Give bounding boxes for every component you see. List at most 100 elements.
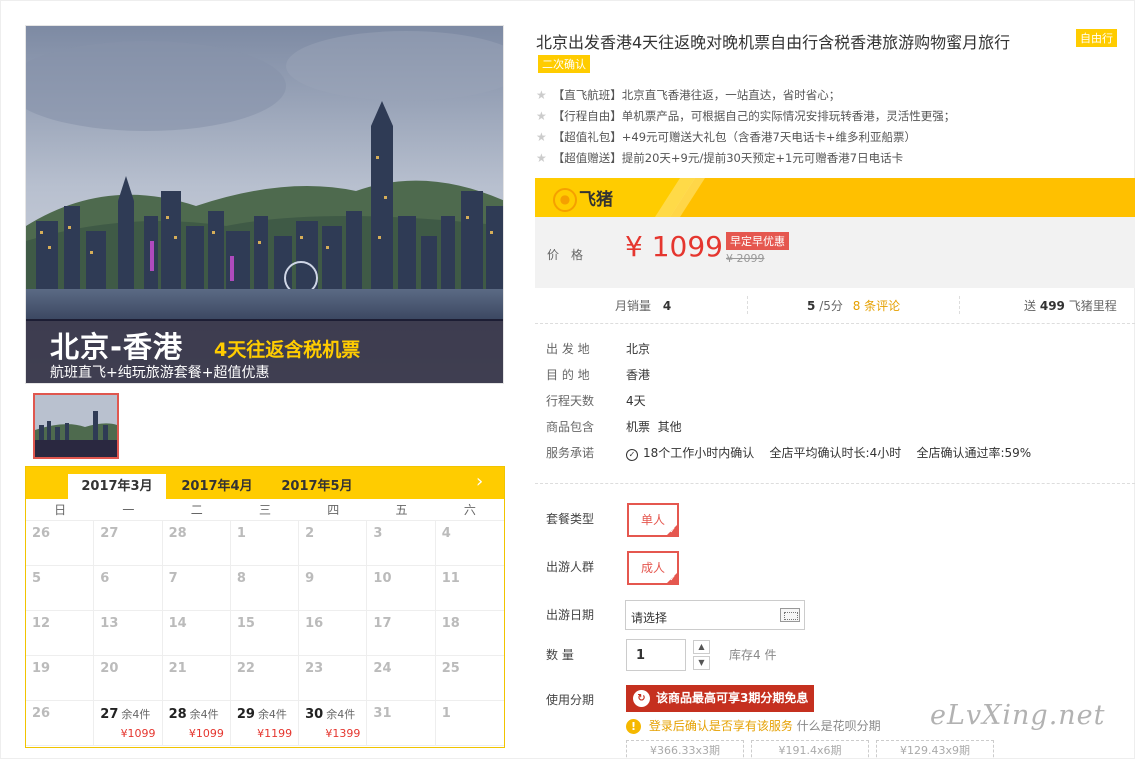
package-single-button[interactable]: 单人 ✓ (627, 503, 679, 537)
calendar-day-available[interactable]: 30 余4件 ¥1399 (299, 701, 368, 746)
calendar-day-number: 15 (236, 616, 255, 631)
installment-button[interactable]: ↻ 该商品最高可享3期分期免息 (626, 685, 814, 712)
calendar-day: 23 (299, 656, 368, 701)
qty-increase-icon[interactable]: ▲ (693, 640, 710, 654)
attr-value: 4天 (626, 394, 646, 408)
monthly-sales-value: 4 (662, 299, 672, 313)
hero-subtitle: 4天往返含税机票 (214, 339, 361, 361)
quantity-input[interactable]: 1 (626, 639, 686, 671)
package-value: 单人 (640, 513, 665, 527)
monthly-sales: 月销量 4 (615, 297, 671, 314)
calendar-icon[interactable] (780, 608, 800, 622)
login-tip: ! 登录后确认是否享有该服务 什么是花呗分期 (626, 717, 881, 734)
qty-decrease-icon[interactable]: ▼ (693, 656, 710, 670)
chevron-right-icon[interactable]: › (476, 471, 494, 492)
tab-month-2[interactable]: 2017年4月 (168, 474, 266, 499)
star-icon: ★ (536, 151, 547, 165)
calendar-day-price: ¥1099 (188, 727, 224, 740)
calendar-day-stock: 余4件 (257, 708, 287, 721)
calendar-day: 27 (94, 521, 163, 566)
calendar-day: 21 (162, 656, 231, 701)
crowd-adult-button[interactable]: 成人 ✓ (627, 551, 679, 585)
installment-plans: ¥366.33x3期 ¥191.4x6期 ¥129.43x9期 (626, 740, 1001, 759)
huabei-icon: ↻ (633, 690, 650, 707)
reviews-link[interactable]: 8 条评论 (853, 299, 900, 313)
tab-month-3[interactable]: 2017年5月 (268, 474, 366, 499)
calendar-day-number: 24 (373, 661, 392, 676)
product-attributes: 出 发 地 北京 目 的 地 香港 行程天数 4天 商品包含 机票 其他 服务承诺 ✓ 18… (546, 340, 1031, 470)
hero-caption: 航班直飞+纯玩旅游套餐+超值优惠 (50, 365, 270, 381)
attr-key: 出 发 地 (546, 342, 590, 356)
star-icon: ★ (536, 88, 547, 102)
feature-text: 【行程自由】单机票产品，可根据自己的实际情况安排玩转香港，灵活性更强； (552, 109, 956, 123)
plan-option[interactable]: ¥129.43x9期 (876, 740, 994, 759)
calendar-day: 14 (162, 611, 231, 656)
calendar-day: 4 (435, 521, 504, 566)
calendar-day: 6 (94, 566, 163, 611)
installment-text: 该商品最高可享3期分期免息 (656, 691, 809, 705)
attr-value: 机票 其他 (626, 420, 682, 434)
calendar-day-number: 22 (236, 661, 255, 676)
calendar-day: 26 (26, 521, 95, 566)
installment-label: 使用分期 (546, 693, 595, 707)
calendar-day-number: 18 (441, 616, 460, 631)
mileage: 送 499 飞猪里程 (1024, 297, 1117, 314)
calendar-day-number: 27 (100, 526, 119, 541)
calendar-day-number: 9 (305, 571, 315, 586)
divider (535, 483, 1135, 484)
calendar-day-number: 1 (441, 706, 451, 721)
calendar-day: 3 (367, 521, 436, 566)
calendar-day-price: ¥1099 (120, 727, 156, 740)
fliggy-logo: ● 飞猪 (553, 185, 613, 212)
check-circle-icon: ✓ (626, 449, 638, 461)
travel-date-picker[interactable]: 请选择 (625, 600, 805, 630)
date-label: 出游日期 (546, 608, 595, 622)
calendar-day: 9 (299, 566, 368, 611)
calendar-day-price: ¥1399 (325, 727, 361, 740)
tab-month-1[interactable]: 2017年3月 (68, 474, 166, 499)
qty-label: 数 量 (546, 648, 574, 662)
mileage-value: 499 (1039, 299, 1065, 313)
calendar-day-number: 4 (441, 526, 451, 541)
login-link[interactable]: 登录后确认是否享有该服务 (649, 719, 793, 733)
calendar-day-number: 14 (168, 616, 187, 631)
confirm-badge: 二次确认 (538, 55, 590, 73)
calendar-day-number: 13 (100, 616, 119, 631)
star-icon: ★ (536, 109, 547, 123)
calendar-day: 25 (435, 656, 504, 701)
feature-text: 【超值赠送】提前20天+9元/提前30天预定+1元可赠香港7日电话卡 (552, 151, 904, 165)
weekday-label: 日 (54, 503, 67, 517)
calendar-day-available[interactable]: 29 余4件 ¥1199 (230, 701, 300, 746)
calendar-day-number: 26 (32, 526, 51, 541)
mileage-suffix: 飞猪里程 (1068, 299, 1117, 313)
attr-key: 行程天数 (546, 394, 595, 408)
rating-value: 5 (807, 299, 816, 313)
huabei-help-link[interactable]: 什么是花呗分期 (797, 719, 881, 733)
calendar-day-available[interactable]: 28 余4件 ¥1099 (162, 701, 231, 746)
sales-stats: 月销量 4 5 /5分 8 条评论 送 499 飞猪里程 (535, 290, 1135, 324)
calendar-day-number: 26 (32, 706, 51, 721)
calendar-day: 15 (230, 611, 300, 656)
thumbnail-image[interactable] (33, 393, 119, 459)
calendar-day: 1 (435, 701, 504, 746)
rating: 5 /5分 8 条评论 (807, 297, 900, 314)
calendar-day-available[interactable]: 27 余4件 ¥1099 (94, 701, 163, 746)
calendar-day-stock: 余4件 (326, 708, 356, 721)
weekday-label: 四 (327, 503, 340, 517)
selected-check-icon: ✓ (669, 526, 676, 535)
plan-option[interactable]: ¥366.33x3期 (626, 740, 744, 759)
trip-type-badge: 自由行 (1076, 29, 1117, 47)
hero-title: 北京-香港 (50, 330, 184, 364)
calendar-day-number: 2 (305, 526, 315, 541)
attr-row: 出 发 地 北京 (546, 340, 1031, 366)
calendar-day-stock: 余4件 (121, 708, 151, 721)
calendar-day-number: 17 (373, 616, 392, 631)
mileage-prefix: 送 (1024, 299, 1037, 313)
calendar-day-number: 31 (373, 706, 392, 721)
attr-value-service: ✓ 18个工作小时内确认 全店平均确认时长:4小时 全店确认通过率:59% (626, 444, 1031, 470)
price-label: 价格 (547, 248, 596, 262)
calendar-day-price: ¥1199 (257, 727, 293, 740)
service-promise: 18个工作小时内确认 全店平均确认时长:4小时 全店确认通过率:59% (643, 446, 1032, 460)
plan-option[interactable]: ¥191.4x6期 (751, 740, 869, 759)
current-price: ¥ 1099 (625, 230, 723, 263)
